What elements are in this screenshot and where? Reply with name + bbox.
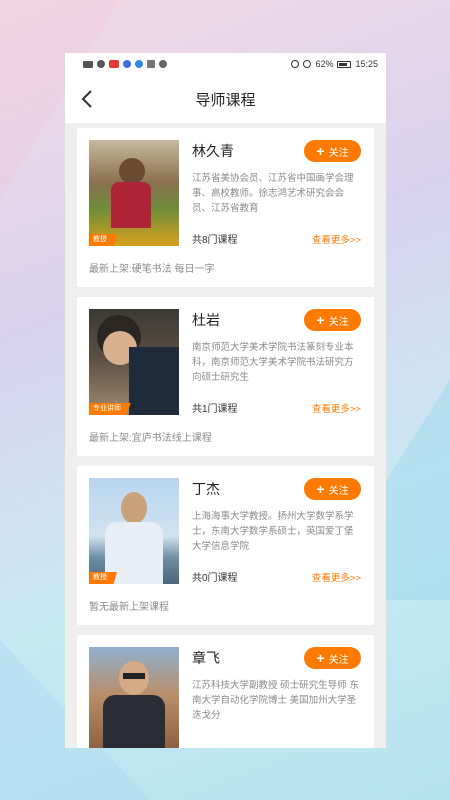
- chevron-left-icon: [81, 90, 92, 108]
- teacher-card[interactable]: 教授 林久青 + 关注 江苏省美协会员、江苏省中国画学会理事、高校教师。徐志鸿艺…: [77, 128, 374, 287]
- battery-percent: 62%: [315, 59, 334, 69]
- teacher-card[interactable]: 章飞 + 关注 江苏科技大学副教授 硕士研究生导师 东南大学自动化学院博士 美国…: [77, 635, 374, 748]
- latest-course: 暂无最新上架课程: [89, 602, 169, 613]
- teacher-photo: [89, 647, 179, 748]
- latest-course: 最新上架:硬笔书法 每日一字: [89, 264, 215, 275]
- teacher-description: 江苏科技大学副教授 硕士研究生导师 东南大学自动化学院博士 美国加州大学圣迭戈分: [192, 680, 359, 721]
- view-more-link[interactable]: 查看更多>>: [312, 570, 361, 584]
- teacher-photo: 专业讲师: [89, 309, 179, 415]
- title-badge: 教授: [89, 572, 117, 584]
- navigation-bar: 导师课程: [65, 75, 386, 123]
- latest-course: 最新上架:宜庐书法线上课程: [89, 433, 212, 444]
- plus-icon: +: [316, 312, 325, 328]
- teacher-card[interactable]: 专业讲师 杜岩 + 关注 南京师范大学美术学院书法篆刻专业本科，南京师范大学美术…: [77, 297, 374, 456]
- battery-icon: [337, 60, 352, 68]
- view-more-link[interactable]: 查看更多>>: [312, 401, 361, 415]
- shield-icon: [123, 60, 131, 68]
- teacher-description: 南京师范大学美术学院书法篆刻专业本科，南京师范大学美术学院书法研究方向硕士研究生: [192, 342, 354, 383]
- status-bar: 62% 15:25: [65, 53, 386, 75]
- course-count: 共0门课程: [192, 573, 238, 584]
- plus-icon: +: [316, 650, 325, 666]
- teacher-name: 杜岩: [192, 312, 220, 328]
- teacher-description: 江苏省美协会员、江苏省中国画学会理事、高校教师。徐志鸿艺术研究会会员、江苏省教育: [192, 173, 354, 214]
- follow-button[interactable]: + 关注: [304, 647, 361, 669]
- follow-button[interactable]: + 关注: [304, 140, 361, 162]
- follow-label: 关注: [328, 316, 349, 328]
- signal-icon: [83, 60, 93, 68]
- status-time: 15:25: [355, 59, 378, 69]
- teacher-name: 林久青: [192, 143, 234, 159]
- follow-label: 关注: [328, 485, 349, 497]
- title-badge: 教授: [89, 234, 117, 246]
- plus-icon: +: [316, 481, 325, 497]
- title-badge: 专业讲师: [89, 403, 131, 415]
- follow-label: 关注: [328, 147, 349, 159]
- teacher-card[interactable]: 教授 丁杰 + 关注 上海海事大学教授。扬州大学数学系学士，东南大学数学系硕士，…: [77, 466, 374, 625]
- text-icon: [147, 60, 155, 68]
- follow-button[interactable]: + 关注: [304, 478, 361, 500]
- teacher-name: 章飞: [192, 650, 220, 666]
- teacher-photo: 教授: [89, 140, 179, 246]
- page-title: 导师课程: [195, 91, 256, 109]
- back-button[interactable]: [79, 89, 95, 109]
- phone-screen: 62% 15:25 导师课程 教授 林久青 + 关注 江苏省美协会员、江苏省中国…: [65, 53, 386, 748]
- wifi-icon: [97, 60, 105, 68]
- heart-icon: [159, 60, 167, 68]
- teacher-description: 上海海事大学教授。扬州大学数学系学士，东南大学数学系硕士，英国爱丁堡大学信息学院: [192, 511, 354, 552]
- alarm-icon: [291, 60, 300, 68]
- app-notification-icon: [109, 60, 119, 68]
- follow-button[interactable]: + 关注: [304, 309, 361, 331]
- teacher-name: 丁杰: [192, 481, 220, 497]
- view-more-link[interactable]: 查看更多>>: [312, 232, 361, 246]
- course-count: 共8门课程: [192, 235, 238, 246]
- teacher-photo: 教授: [89, 478, 179, 584]
- teacher-list: 教授 林久青 + 关注 江苏省美协会员、江苏省中国画学会理事、高校教师。徐志鸿艺…: [65, 123, 386, 748]
- plus-icon: +: [316, 143, 325, 159]
- browser-icon: [135, 60, 143, 68]
- follow-label: 关注: [328, 654, 349, 666]
- speed-icon: [303, 60, 312, 68]
- course-count: 共1门课程: [192, 404, 238, 415]
